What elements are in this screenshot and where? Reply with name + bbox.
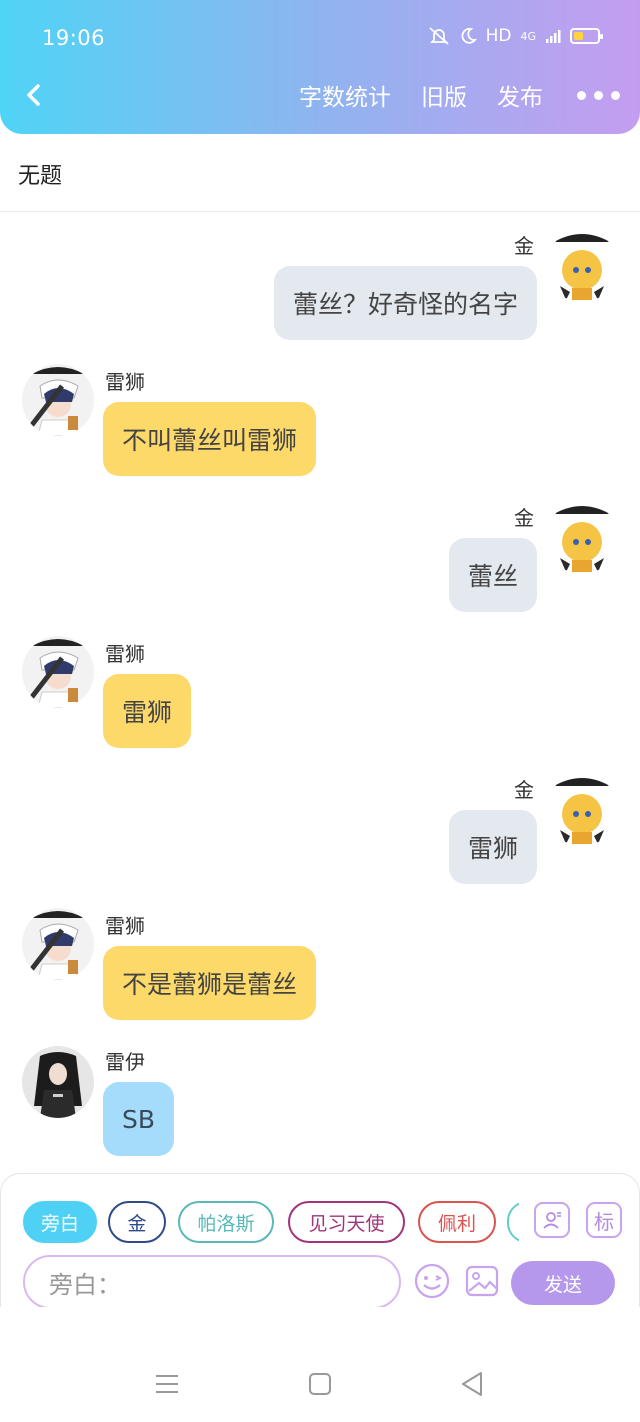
signal-icon (546, 30, 561, 43)
tag-button[interactable]: 标 (586, 1202, 622, 1238)
avatar-leishi-image (22, 364, 94, 436)
avatar[interactable] (22, 1046, 94, 1118)
speaker-name: 雷狮 (105, 642, 145, 666)
message-bubble[interactable]: 不叫蕾丝叫雷狮 (103, 402, 317, 476)
document-title[interactable]: 无题 (18, 158, 62, 190)
status-icons: HD 4G (428, 26, 603, 46)
avatar-leishi-image (22, 908, 94, 980)
chevron-left-icon (27, 84, 40, 106)
composer-panel: 旁白 金 帕洛斯 见习天使 佩利 标 旁白： 发送 (0, 1173, 640, 1309)
signal-label: 4G (520, 29, 536, 43)
avatar-leiyi-image (22, 1046, 94, 1118)
avatar-jin-image (546, 230, 618, 302)
header-actions: 字数统计 旧版 发布 (299, 78, 620, 112)
emoji-icon[interactable] (413, 1262, 451, 1300)
message-bubble[interactable]: 不是蕾狮是蕾丝 (103, 946, 317, 1020)
message-bubble[interactable]: 蕾丝？好奇怪的名字 (273, 266, 537, 340)
speaker-name: 金 (514, 506, 534, 530)
menu-icon[interactable] (152, 1369, 182, 1399)
avatar[interactable] (546, 230, 618, 302)
status-time: 19:06 (42, 26, 106, 50)
speaker-name: 雷狮 (105, 370, 145, 394)
message-input[interactable]: 旁白： (23, 1255, 401, 1309)
speaker-name: 金 (514, 778, 534, 802)
moon-icon (461, 27, 477, 44)
old-version-button[interactable]: 旧版 (421, 78, 467, 112)
avatar[interactable] (22, 636, 94, 708)
message-bubble[interactable]: 蕾丝 (448, 538, 537, 612)
avatar-jin-image (546, 502, 618, 574)
speaker-name: 雷伊 (105, 1050, 145, 1074)
send-button[interactable]: 发送 (511, 1261, 615, 1305)
person-add-icon[interactable] (534, 1202, 570, 1238)
speaker-name: 雷狮 (105, 914, 145, 938)
battery-icon (570, 28, 603, 44)
role-chip[interactable]: 帕洛斯 (178, 1201, 274, 1243)
avatar[interactable] (22, 908, 94, 980)
avatar[interactable] (546, 774, 618, 846)
mute-bell-icon (428, 27, 449, 45)
top-header: 19:06 HD 4G 字数统计 旧版 发布 (0, 0, 640, 134)
back-button[interactable] (18, 78, 48, 112)
system-nav-bar (0, 1307, 640, 1422)
avatar[interactable] (546, 502, 618, 574)
home-icon[interactable] (305, 1369, 335, 1399)
avatar-leishi-image (22, 636, 94, 708)
message-bubble[interactable]: SB (103, 1082, 175, 1156)
role-chip[interactable]: 见习天使 (288, 1201, 405, 1243)
image-icon[interactable] (463, 1262, 501, 1300)
network-label: HD (485, 26, 512, 46)
role-chip[interactable]: 金 (108, 1201, 166, 1243)
title-row[interactable]: 无题 (0, 134, 640, 212)
message-bubble[interactable]: 雷狮 (448, 810, 537, 884)
message-bubble[interactable]: 雷狮 (103, 674, 192, 748)
role-chip[interactable]: 佩利 (418, 1201, 496, 1243)
role-chip-overflow[interactable] (507, 1201, 519, 1243)
back-triangle-icon[interactable] (457, 1369, 487, 1399)
speaker-name: 金 (514, 234, 534, 258)
word-count-button[interactable]: 字数统计 (299, 78, 391, 112)
publish-button[interactable]: 发布 (497, 78, 543, 112)
role-chip-selected[interactable]: 旁白 (23, 1201, 97, 1243)
avatar[interactable] (22, 364, 94, 436)
more-dots-icon[interactable] (577, 90, 620, 100)
avatar-jin-image (546, 774, 618, 846)
